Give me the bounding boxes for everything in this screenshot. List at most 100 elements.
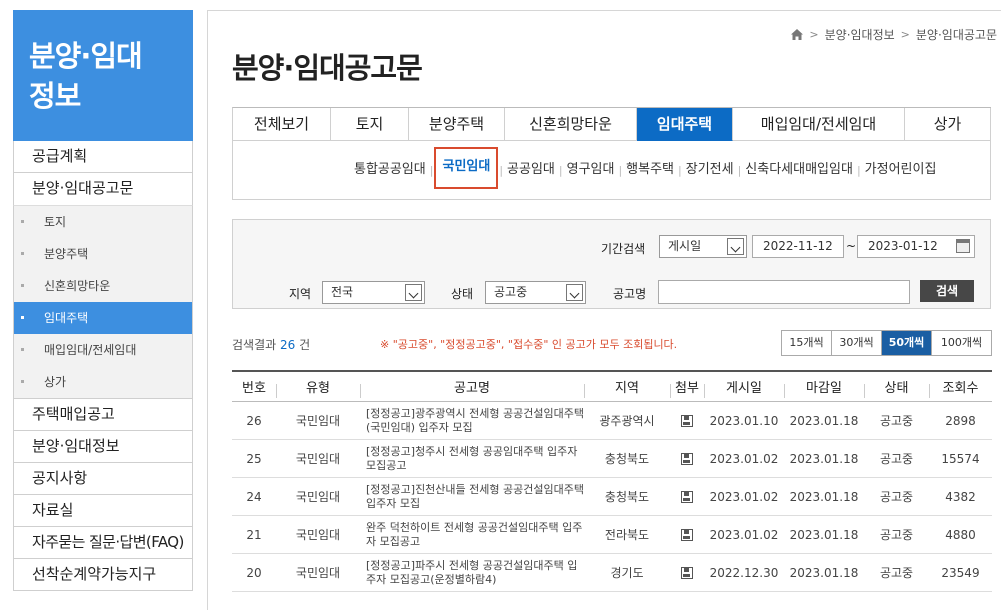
subtab[interactable]: 공공임대 [504, 160, 558, 180]
category-tab[interactable]: 매입임대/전세임대 [733, 108, 905, 141]
notice-table: 번호 유형 공고명 지역 첨부 게시일 마감일 상태 조회수 26 국민임대 [정정공고]광주광역시 … [232, 370, 992, 592]
table-cell: 전라북도 [604, 528, 650, 542]
notice-title-link[interactable]: [정정공고]진천산내들 전세형 공공건설임대주택 입주자 모집 [360, 483, 584, 511]
breadcrumb-item[interactable]: 분양·임대공고문 [916, 26, 997, 43]
table-cell: 공고중 [879, 490, 914, 504]
subtab[interactable]: 신축다세대매입임대 [742, 160, 856, 180]
notice-name-input[interactable] [658, 280, 910, 304]
category-tab[interactable]: 토지 [331, 108, 409, 141]
subtab[interactable]: 통합공공임대 [351, 160, 429, 180]
sidebar-item[interactable]: 자주묻는 질문·답변(FAQ) [13, 527, 193, 559]
table-cell: 20 [246, 565, 262, 580]
search-panel: 기간검색 게시일 2022-11-12 ~ 2023-01-12 지역 전국 상… [232, 219, 991, 309]
date-to-value: 2023-01-12 [868, 239, 938, 253]
sidebar-title-text: 분양·임대 정보 [29, 39, 143, 113]
sidebar-item[interactable]: 주택매입공고 [13, 399, 193, 431]
bullet-icon [21, 348, 24, 351]
date-from-input[interactable]: 2022-11-12 [752, 235, 844, 258]
notice-title-link[interactable]: [정정공고]파주시 전세형 공공건설임대주택 입주자 모집공고(운정별하람4) [360, 559, 584, 587]
period-type-value: 게시일 [668, 239, 702, 253]
bullet-icon [21, 380, 24, 383]
category-tab[interactable]: 전체보기 [233, 108, 331, 141]
sidebar: 분양·임대 정보 공급계획 분양·임대공고문 토지분양주택 신혼희망타운 임대주택 매입… [13, 10, 193, 591]
sidebar-subitem-label: 상가 [44, 375, 67, 389]
chevron-down-icon [727, 238, 744, 255]
table-cell: 2023.01.18 [789, 413, 859, 428]
subtab[interactable]: 국민임대 [434, 147, 499, 189]
category-tab[interactable]: 신혼희망타운 [505, 108, 637, 141]
home-icon[interactable] [791, 29, 804, 40]
sidebar-item[interactable]: 공급계획 [13, 141, 193, 173]
sidebar-subitem[interactable]: 상가 [14, 366, 192, 398]
result-count-suffix: 건 [299, 338, 311, 352]
column-header: 지역 [584, 377, 670, 398]
page-size-option[interactable]: 100개씩 [932, 331, 991, 355]
main-panel: > 분양·임대정보 > 분양·임대공고문 분양·임대공고문 전체보기 토지 분양주택… [207, 10, 1001, 610]
sidebar-item[interactable]: 자료실 [13, 495, 193, 527]
chevron-right-icon: > [900, 28, 910, 41]
column-header: 게시일 [704, 377, 784, 398]
status-label: 상태 [451, 287, 474, 301]
notice-title-link[interactable]: 완주 덕천하이트 전세형 공공건설임대주택 입주자 모집공고 [360, 521, 584, 549]
page-size-selector: 15개씩 30개씩 50개씩 100개씩 [781, 330, 992, 356]
table-row[interactable]: 24 국민임대 [정정공고]진천산내들 전세형 공공건설임대주택 입주자 모집 충청북… [232, 478, 992, 516]
sidebar-subitem-label: 토지 [44, 215, 67, 229]
table-row[interactable]: 21 국민임대 완주 덕천하이트 전세형 공공건설임대주택 입주자 모집공고 전라북도… [232, 516, 992, 554]
category-tab[interactable]: 임대주택 [637, 108, 733, 141]
sidebar-item[interactable]: 분양·임대공고문 [13, 173, 193, 205]
table-cell: 국민임대 [295, 490, 341, 504]
sidebar-subitem[interactable]: 임대주택 [14, 302, 192, 334]
calendar-icon[interactable] [956, 239, 970, 253]
subtab[interactable]: 가정어린이집 [862, 160, 940, 180]
attachment-icon[interactable] [681, 491, 693, 503]
region-select[interactable]: 전국 [322, 281, 425, 304]
column-header: 조회수 [929, 377, 992, 398]
sidebar-item[interactable]: 공지사항 [13, 463, 193, 495]
table-cell: 2023.01.18 [789, 527, 859, 542]
column-header: 공고명 [360, 377, 584, 398]
status-select[interactable]: 공고중 [485, 281, 586, 304]
region-value: 전국 [331, 285, 354, 299]
table-row[interactable]: 26 국민임대 [정정공고]광주광역시 전세형 공공건설임대주택(국민임대) 입주자… [232, 402, 992, 440]
table-cell: 2023.01.02 [709, 527, 779, 542]
notice-name-label: 공고명 [613, 287, 647, 301]
page-size-option[interactable]: 30개씩 [832, 331, 882, 355]
attachment-icon[interactable] [681, 453, 693, 465]
table-cell: 24 [246, 489, 262, 504]
table-cell: 26 [246, 413, 262, 428]
sidebar-title: 분양·임대 정보 [13, 10, 193, 141]
period-label: 기간검색 [601, 242, 646, 256]
table-cell: 국민임대 [295, 414, 341, 428]
page-size-option[interactable]: 15개씩 [782, 331, 832, 355]
attachment-icon[interactable] [681, 529, 693, 541]
table-cell: 2022.12.30 [709, 565, 779, 580]
date-to-input[interactable]: 2023-01-12 [857, 235, 975, 258]
attachment-icon[interactable] [681, 415, 693, 427]
table-cell: 2023.01.02 [709, 489, 779, 504]
page-size-option[interactable]: 50개씩 [882, 331, 932, 355]
subtab[interactable]: 장기전세 [683, 160, 737, 180]
sidebar-subitem[interactable]: 토지 [14, 206, 192, 238]
sidebar-item[interactable]: 분양·임대정보 [13, 431, 193, 463]
sidebar-subitem[interactable]: 분양주택 [14, 238, 192, 270]
table-cell: 21 [246, 527, 262, 542]
table-cell: 공고중 [879, 414, 914, 428]
separator: | [499, 163, 504, 177]
subtab[interactable]: 행복주택 [623, 160, 677, 180]
search-button[interactable]: 검색 [920, 280, 974, 302]
category-tab[interactable]: 분양주택 [409, 108, 505, 141]
period-type-select[interactable]: 게시일 [659, 235, 747, 258]
table-row[interactable]: 20 국민임대 [정정공고]파주시 전세형 공공건설임대주택 입주자 모집공고(운정… [232, 554, 992, 592]
notice-title-link[interactable]: [정정공고]청주시 전세형 공공임대주택 입주자 모집공고 [360, 445, 584, 473]
subtab[interactable]: 영구임대 [564, 160, 618, 180]
attachment-icon[interactable] [681, 567, 693, 579]
separator: | [618, 163, 623, 177]
sidebar-item[interactable]: 선착순계약가능지구 [13, 559, 193, 591]
breadcrumb-item[interactable]: 분양·임대정보 [825, 26, 895, 43]
notice-title-link[interactable]: [정정공고]광주광역시 전세형 공공건설임대주택(국민임대) 입주자 모집 [360, 407, 584, 435]
category-tab[interactable]: 상가 [905, 108, 991, 141]
sidebar-subitem[interactable]: 매입임대/전세임대 [14, 334, 192, 366]
table-row[interactable]: 25 국민임대 [정정공고]청주시 전세형 공공임대주택 입주자 모집공고 충청북도 2… [232, 440, 992, 478]
separator: | [429, 163, 434, 177]
sidebar-subitem[interactable]: 신혼희망타운 [14, 270, 192, 302]
